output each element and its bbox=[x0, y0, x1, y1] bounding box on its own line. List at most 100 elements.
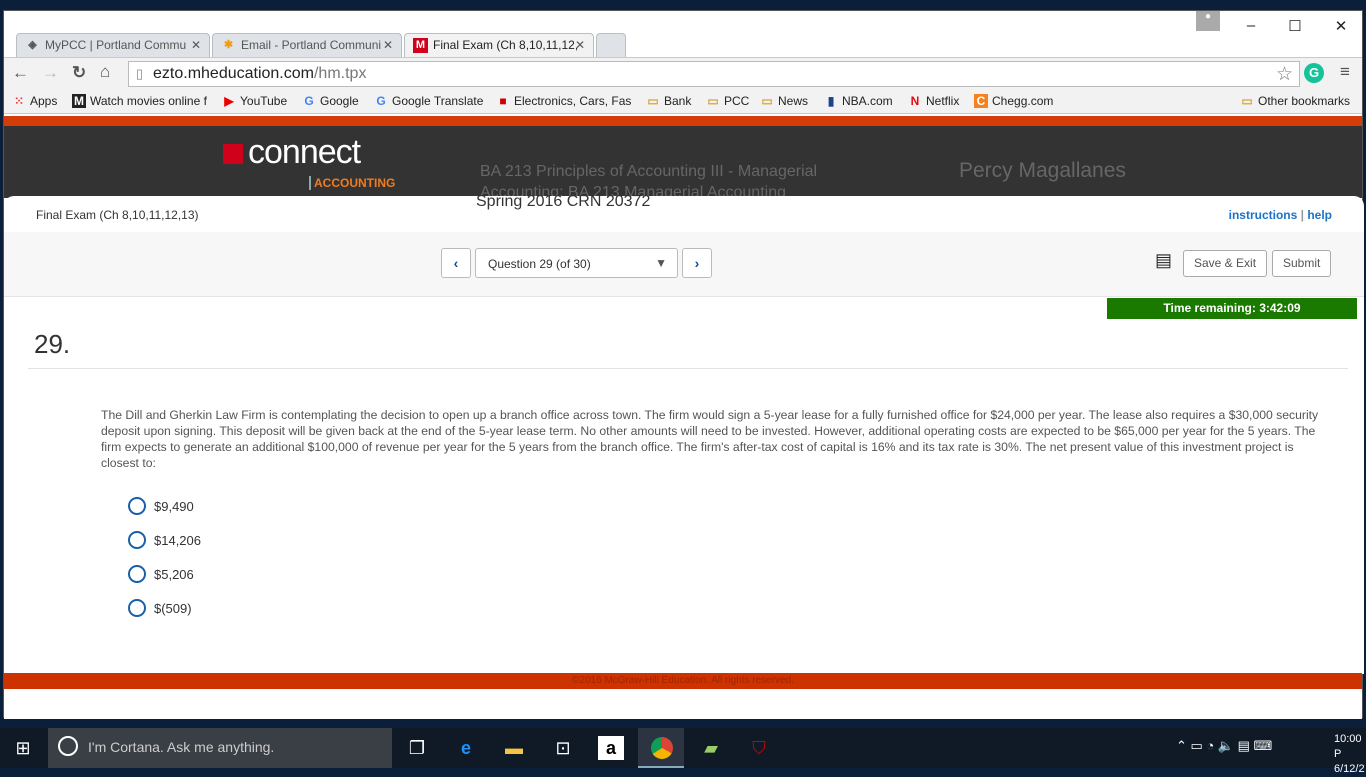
question-select[interactable]: Question 29 (of 30) ▼ bbox=[475, 248, 678, 278]
grammarly-icon[interactable]: G bbox=[1304, 63, 1324, 83]
title-bar: ◈ MyPCC | Portland Commu ✕ ✱ Email - Portla… bbox=[4, 11, 1362, 58]
radio-button[interactable] bbox=[128, 531, 146, 549]
nba-icon: ▮ bbox=[827, 94, 835, 108]
bookmark-electronics[interactable]: ■ Electronics, Cars, Fashi bbox=[496, 94, 632, 108]
chegg-icon: C bbox=[974, 94, 988, 108]
instructions-link[interactable]: instructions bbox=[1229, 208, 1298, 222]
new-tab-button[interactable] bbox=[596, 33, 626, 57]
url-host: ezto.mheducation.com bbox=[153, 65, 314, 82]
tab-title: Final Exam (Ch 8,10,11,12, bbox=[433, 38, 579, 52]
cortana-icon bbox=[58, 736, 78, 756]
folder-icon: ▭ bbox=[647, 94, 659, 108]
close-tab-icon[interactable]: ✕ bbox=[575, 38, 585, 52]
sticky-notes-icon[interactable]: ▰ bbox=[698, 736, 724, 760]
top-accent-bar bbox=[4, 116, 1362, 126]
tray-icons[interactable]: ⌃ ▭ ◔ 🔈 ▤ ⌨ bbox=[1176, 738, 1272, 754]
answer-option[interactable]: $5,206 bbox=[128, 565, 194, 583]
netflix-icon: N bbox=[910, 94, 920, 108]
mypcc-icon: ◈ bbox=[28, 39, 37, 51]
answer-option[interactable]: $9,490 bbox=[128, 497, 194, 515]
close-tab-icon[interactable]: ✕ bbox=[191, 38, 201, 52]
youtube-icon: ▶ bbox=[224, 94, 234, 108]
other-bookmarks[interactable]: ▭ Other bookmarks bbox=[1240, 94, 1350, 108]
accounting-label: ACCOUNTING bbox=[309, 176, 395, 190]
bookmark-watch-movies[interactable]: M Watch movies online f bbox=[72, 94, 212, 108]
bookmark-pcc[interactable]: ▭ PCC bbox=[706, 94, 749, 108]
user-name: Percy Magallanes bbox=[959, 159, 1126, 182]
bookmark-news[interactable]: ▭ News bbox=[760, 94, 808, 108]
email-icon: ✱ bbox=[223, 39, 234, 51]
connect-header: connect ACCOUNTING BA 213 Principles of … bbox=[4, 126, 1362, 201]
browser-toolbar: ← → ↻ ⌂ ▯ ezto.mheducation.com/hm.tpx ☆ G … bbox=[4, 57, 1362, 89]
tab-email[interactable]: ✱ Email - Portland Communi ✕ bbox=[212, 33, 402, 57]
clock[interactable]: 10:00 P 6/12/2 bbox=[1334, 732, 1366, 777]
cortana-search[interactable]: I'm Cortana. Ask me anything. bbox=[48, 728, 392, 768]
question-text: The Dill and Gherkin Law Firm is contemp… bbox=[101, 408, 1319, 470]
home-icon[interactable]: ⌂ bbox=[100, 62, 110, 82]
divider bbox=[28, 368, 1348, 369]
save-exit-button[interactable]: Save & Exit bbox=[1183, 250, 1268, 277]
course-term: Spring 2016 CRN 20372 bbox=[476, 193, 651, 210]
tab-mypcc[interactable]: ◈ MyPCC | Portland Commu ✕ bbox=[16, 33, 210, 57]
folder-icon: ▭ bbox=[707, 94, 719, 108]
submit-button[interactable]: Submit bbox=[1272, 250, 1332, 277]
edge-icon[interactable]: e bbox=[453, 736, 479, 760]
maximize-button[interactable]: ☐ bbox=[1280, 17, 1310, 35]
chrome-taskbar-button[interactable] bbox=[638, 728, 684, 768]
back-icon[interactable]: ← bbox=[12, 63, 29, 83]
time-remaining: Time remaining: 3:42:09 bbox=[1107, 298, 1357, 319]
address-bar[interactable]: ▯ ezto.mheducation.com/hm.tpx ☆ bbox=[128, 61, 1300, 87]
bookmark-youtube[interactable]: ▶ YouTube bbox=[222, 94, 287, 108]
bookmark-google[interactable]: G Google bbox=[302, 94, 358, 108]
bookmark-netflix[interactable]: N Netflix bbox=[908, 94, 960, 108]
copyright-footer: ©2016 McGraw-Hill Education. All rights … bbox=[4, 673, 1362, 689]
chevron-down-icon: ▼ bbox=[655, 256, 667, 270]
close-window-button[interactable]: ✕ bbox=[1326, 17, 1356, 35]
minimize-button[interactable]: – bbox=[1236, 17, 1266, 34]
reload-icon[interactable]: ↻ bbox=[72, 63, 86, 83]
help-link[interactable]: help bbox=[1307, 208, 1332, 222]
m-icon: M bbox=[72, 94, 86, 108]
star-icon[interactable]: ☆ bbox=[1276, 63, 1293, 86]
forward-icon[interactable]: → bbox=[42, 63, 59, 83]
question-number: 29. bbox=[34, 329, 71, 359]
help-links: instructions | help bbox=[1228, 208, 1332, 222]
bookmark-nba[interactable]: ▮ NBA.com bbox=[824, 94, 893, 108]
radio-button[interactable] bbox=[128, 599, 146, 617]
bookmark-bank[interactable]: ▭ Bank bbox=[646, 94, 691, 108]
tab-title: Email - Portland Communi bbox=[241, 38, 382, 52]
close-tab-icon[interactable]: ✕ bbox=[383, 38, 393, 52]
amazon-icon[interactable]: a bbox=[598, 736, 624, 760]
question-nav-bar: ‹ Question 29 (of 30) ▼ › ▤ Save & Exit S… bbox=[4, 232, 1364, 297]
page-icon: ▯ bbox=[136, 66, 144, 81]
mcafee-icon[interactable]: ⛉ bbox=[746, 736, 772, 760]
exam-title: Final Exam (Ch 8,10,11,12,13) bbox=[36, 208, 199, 222]
tab-title: MyPCC | Portland Commu bbox=[45, 38, 187, 52]
menu-icon[interactable]: ≡ bbox=[1340, 62, 1350, 82]
bookmark-chegg[interactable]: C Chegg.com bbox=[974, 94, 1053, 108]
file-explorer-icon[interactable]: ▬ bbox=[501, 736, 527, 760]
browser-window: ◈ MyPCC | Portland Commu ✕ ✱ Email - Portla… bbox=[3, 10, 1364, 719]
translate-icon: G bbox=[376, 94, 386, 108]
bookmark-google-translate[interactable]: G Google Translate bbox=[374, 94, 483, 108]
windows-start-icon[interactable]: ⊞ bbox=[10, 736, 36, 760]
bookmark-apps[interactable]: ⁙ Apps bbox=[12, 94, 57, 108]
taskbar: ⊞ I'm Cortana. Ask me anything. ❐ e ▬ ⊡ … bbox=[0, 728, 1366, 775]
mcgraw-hill-logo bbox=[223, 144, 243, 164]
folder-icon: ▭ bbox=[761, 94, 773, 108]
radio-button[interactable] bbox=[128, 565, 146, 583]
store-icon[interactable]: ⊡ bbox=[550, 736, 576, 760]
profile-icon[interactable]: ● bbox=[1196, 11, 1220, 31]
answer-option[interactable]: $14,206 bbox=[128, 531, 201, 549]
radio-button[interactable] bbox=[128, 497, 146, 515]
shopping-bag-icon: ■ bbox=[499, 94, 507, 108]
url-path: /hm.tpx bbox=[313, 65, 367, 82]
chrome-icon bbox=[651, 737, 673, 759]
tab-final-exam[interactable]: M Final Exam (Ch 8,10,11,12, ✕ bbox=[404, 33, 594, 58]
task-view-icon[interactable]: ❐ bbox=[404, 736, 430, 760]
next-question-button[interactable]: › bbox=[682, 248, 712, 278]
print-icon[interactable]: ▤ bbox=[1155, 250, 1172, 271]
bookmarks-bar: ⁙ Apps M Watch movies online f ▶ YouTube GG… bbox=[4, 89, 1362, 114]
prev-question-button[interactable]: ‹ bbox=[441, 248, 471, 278]
answer-option[interactable]: $(509) bbox=[128, 599, 192, 617]
